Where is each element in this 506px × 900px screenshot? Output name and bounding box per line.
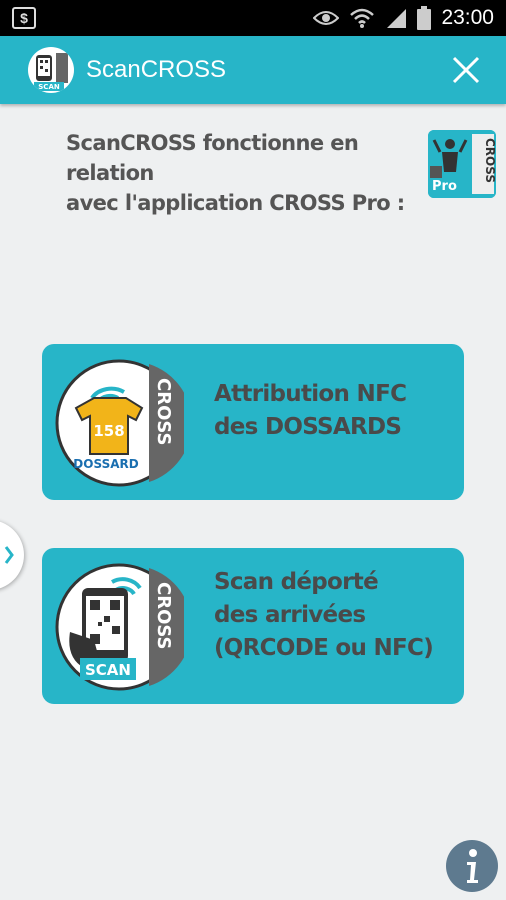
scancross-app-icon: SCAN (28, 47, 74, 93)
card2-line-2: des arrivées (214, 602, 366, 628)
drawer-handle[interactable] (0, 520, 24, 590)
card1-line-2: des DOSSARDS (214, 414, 402, 440)
svg-text:CROSS: CROSS (153, 378, 174, 446)
scan-deporte-card[interactable]: SCAN CROSS Scan déporté des arrivées (QR… (42, 548, 464, 704)
wifi-icon (350, 8, 375, 28)
info-icon (467, 849, 478, 883)
dossard-icon: 158 DOSSARD CROSS (55, 359, 184, 487)
intro-line-1: ScanCROSS fonctionne en relation (66, 131, 359, 185)
card1-line-1: Attribution NFC (214, 381, 407, 407)
eye-icon (313, 11, 340, 25)
status-icons: 23:00 (313, 0, 494, 36)
signal-icon (387, 9, 407, 28)
card2-line-3: (QRCODE ou NFC) (214, 635, 434, 661)
svg-text:Pro: Pro (432, 179, 457, 194)
status-bar: $ 23:00 (0, 0, 506, 36)
status-time: 23:00 (441, 6, 494, 29)
attribution-nfc-card[interactable]: 158 DOSSARD CROSS Attribution NFC des DO… (42, 344, 464, 500)
svg-text:158: 158 (93, 422, 124, 440)
scan-deporte-label: Scan déporté des arrivées (QRCODE ou NFC… (214, 566, 434, 665)
app-title: ScanCROSS (86, 56, 227, 83)
chevron-right-icon (4, 546, 14, 564)
scan-phone-icon: SCAN CROSS (55, 563, 184, 691)
info-button[interactable] (446, 840, 498, 892)
svg-text:SCAN: SCAN (85, 661, 131, 679)
intro-line-2: avec l'application CROSS Pro : (66, 191, 405, 215)
close-icon[interactable] (446, 50, 486, 90)
intro-text: ScanCROSS fonctionne en relation avec l'… (66, 128, 406, 218)
svg-text:CROSS: CROSS (483, 138, 496, 183)
cross-pro-logo[interactable]: Pro CROSS (428, 130, 496, 198)
svg-text:DOSSARD: DOSSARD (73, 457, 138, 471)
card2-line-1: Scan déporté (214, 569, 379, 595)
dollar-notification-icon: $ (12, 7, 36, 29)
attribution-nfc-label: Attribution NFC des DOSSARDS (214, 378, 407, 444)
battery-icon (417, 6, 432, 30)
svg-text:SCAN: SCAN (38, 83, 60, 91)
app-bar: SCAN ScanCROSS (0, 36, 506, 104)
svg-text:CROSS: CROSS (153, 582, 174, 650)
